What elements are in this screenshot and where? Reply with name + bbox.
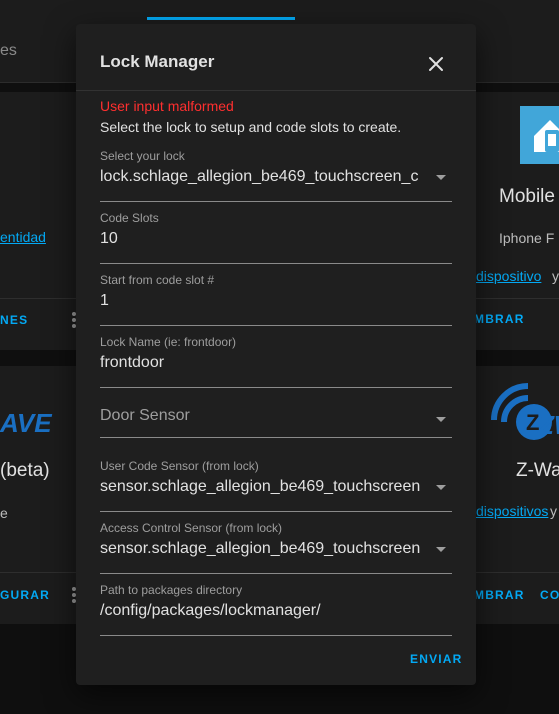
zwave-integration-card: AVE (beta) e GURAR [0, 366, 88, 624]
door-sensor-dropdown[interactable]: Door Sensor [100, 385, 452, 438]
card-action-button[interactable]: NES [0, 313, 28, 327]
field-label: Lock Name (ie: frontdoor) [100, 335, 237, 349]
access-control-sensor-dropdown[interactable]: Access Control Sensor (from lock) sensor… [100, 521, 452, 574]
card-title: Mobile [499, 186, 555, 207]
zwave-wordmark: ZW [538, 410, 559, 440]
card-subtitle: e [0, 505, 8, 521]
integration-card: entidad NES [0, 92, 88, 350]
dropdown-arrow-icon [436, 175, 446, 180]
device-link[interactable]: dispositivo [476, 268, 541, 284]
field-value: lock.schlage_allegion_be469_touchscreen_… [100, 168, 419, 185]
dialog-header: Lock Manager [76, 24, 476, 91]
field-value: 10 [100, 230, 118, 247]
field-label: Start from code slot # [100, 273, 215, 287]
search-input-text: es [0, 42, 17, 59]
close-icon [429, 57, 443, 71]
mobile-app-card: Mobile Iphone F dispositivo y MBRAR [470, 92, 559, 350]
card-title: (beta) [0, 460, 50, 481]
zwave-card: Z ZW Z-Wa dispositivos y MBRAR CO [470, 366, 559, 624]
field-value: 1 [100, 292, 109, 309]
field-label: Select your lock [100, 149, 185, 163]
mobile-app-logo [520, 106, 559, 164]
card-title: Z-Wa [516, 460, 559, 481]
field-label: User Code Sensor (from lock) [100, 459, 259, 473]
dialog-title: Lock Manager [100, 52, 215, 71]
dropdown-arrow-icon [436, 547, 446, 552]
link-conjunction: y [552, 268, 559, 284]
entity-link[interactable]: entidad [0, 229, 46, 245]
configure-button[interactable]: CO [540, 588, 559, 602]
lock-name-input[interactable]: Lock Name (ie: frontdoor) frontdoor [100, 335, 452, 388]
zwave-logo: AVE [0, 408, 52, 438]
rename-button[interactable]: MBRAR [474, 588, 525, 602]
start-code-slot-input[interactable]: Start from code slot # 1 [100, 273, 452, 326]
error-message: User input malformed [100, 98, 234, 114]
select-lock-dropdown[interactable]: Select your lock lock.schlage_allegion_b… [100, 149, 452, 202]
lock-manager-dialog: Lock Manager User input malformed Select… [76, 24, 476, 685]
field-label: Code Slots [100, 211, 159, 225]
dialog-description: Select the lock to setup and code slots … [100, 119, 402, 135]
field-label: Path to packages directory [100, 583, 243, 597]
field-value: sensor.schlage_allegion_be469_touchscree… [100, 540, 421, 557]
rename-button[interactable]: MBRAR [474, 312, 525, 326]
close-button[interactable] [422, 50, 450, 78]
packages-path-input[interactable]: Path to packages directory /config/packa… [100, 583, 452, 636]
field-value: frontdoor [100, 354, 165, 371]
submit-button[interactable]: ENVIAR [410, 652, 463, 666]
link-conjunction: y [550, 503, 557, 519]
field-value: /config/packages/lockmanager/ [100, 602, 321, 619]
field-value: sensor.schlage_allegion_be469_touchscree… [100, 478, 421, 495]
devices-link[interactable]: dispositivos [476, 503, 548, 519]
dropdown-arrow-icon [436, 417, 446, 422]
field-label: Door Sensor [100, 407, 190, 424]
user-code-sensor-dropdown[interactable]: User Code Sensor (from lock) sensor.schl… [100, 459, 452, 512]
code-slots-input[interactable]: Code Slots 10 [100, 211, 452, 264]
card-subtitle: Iphone F [499, 230, 555, 246]
field-label: Access Control Sensor (from lock) [100, 521, 283, 535]
configure-button[interactable]: GURAR [0, 588, 50, 602]
dropdown-arrow-icon [436, 485, 446, 490]
